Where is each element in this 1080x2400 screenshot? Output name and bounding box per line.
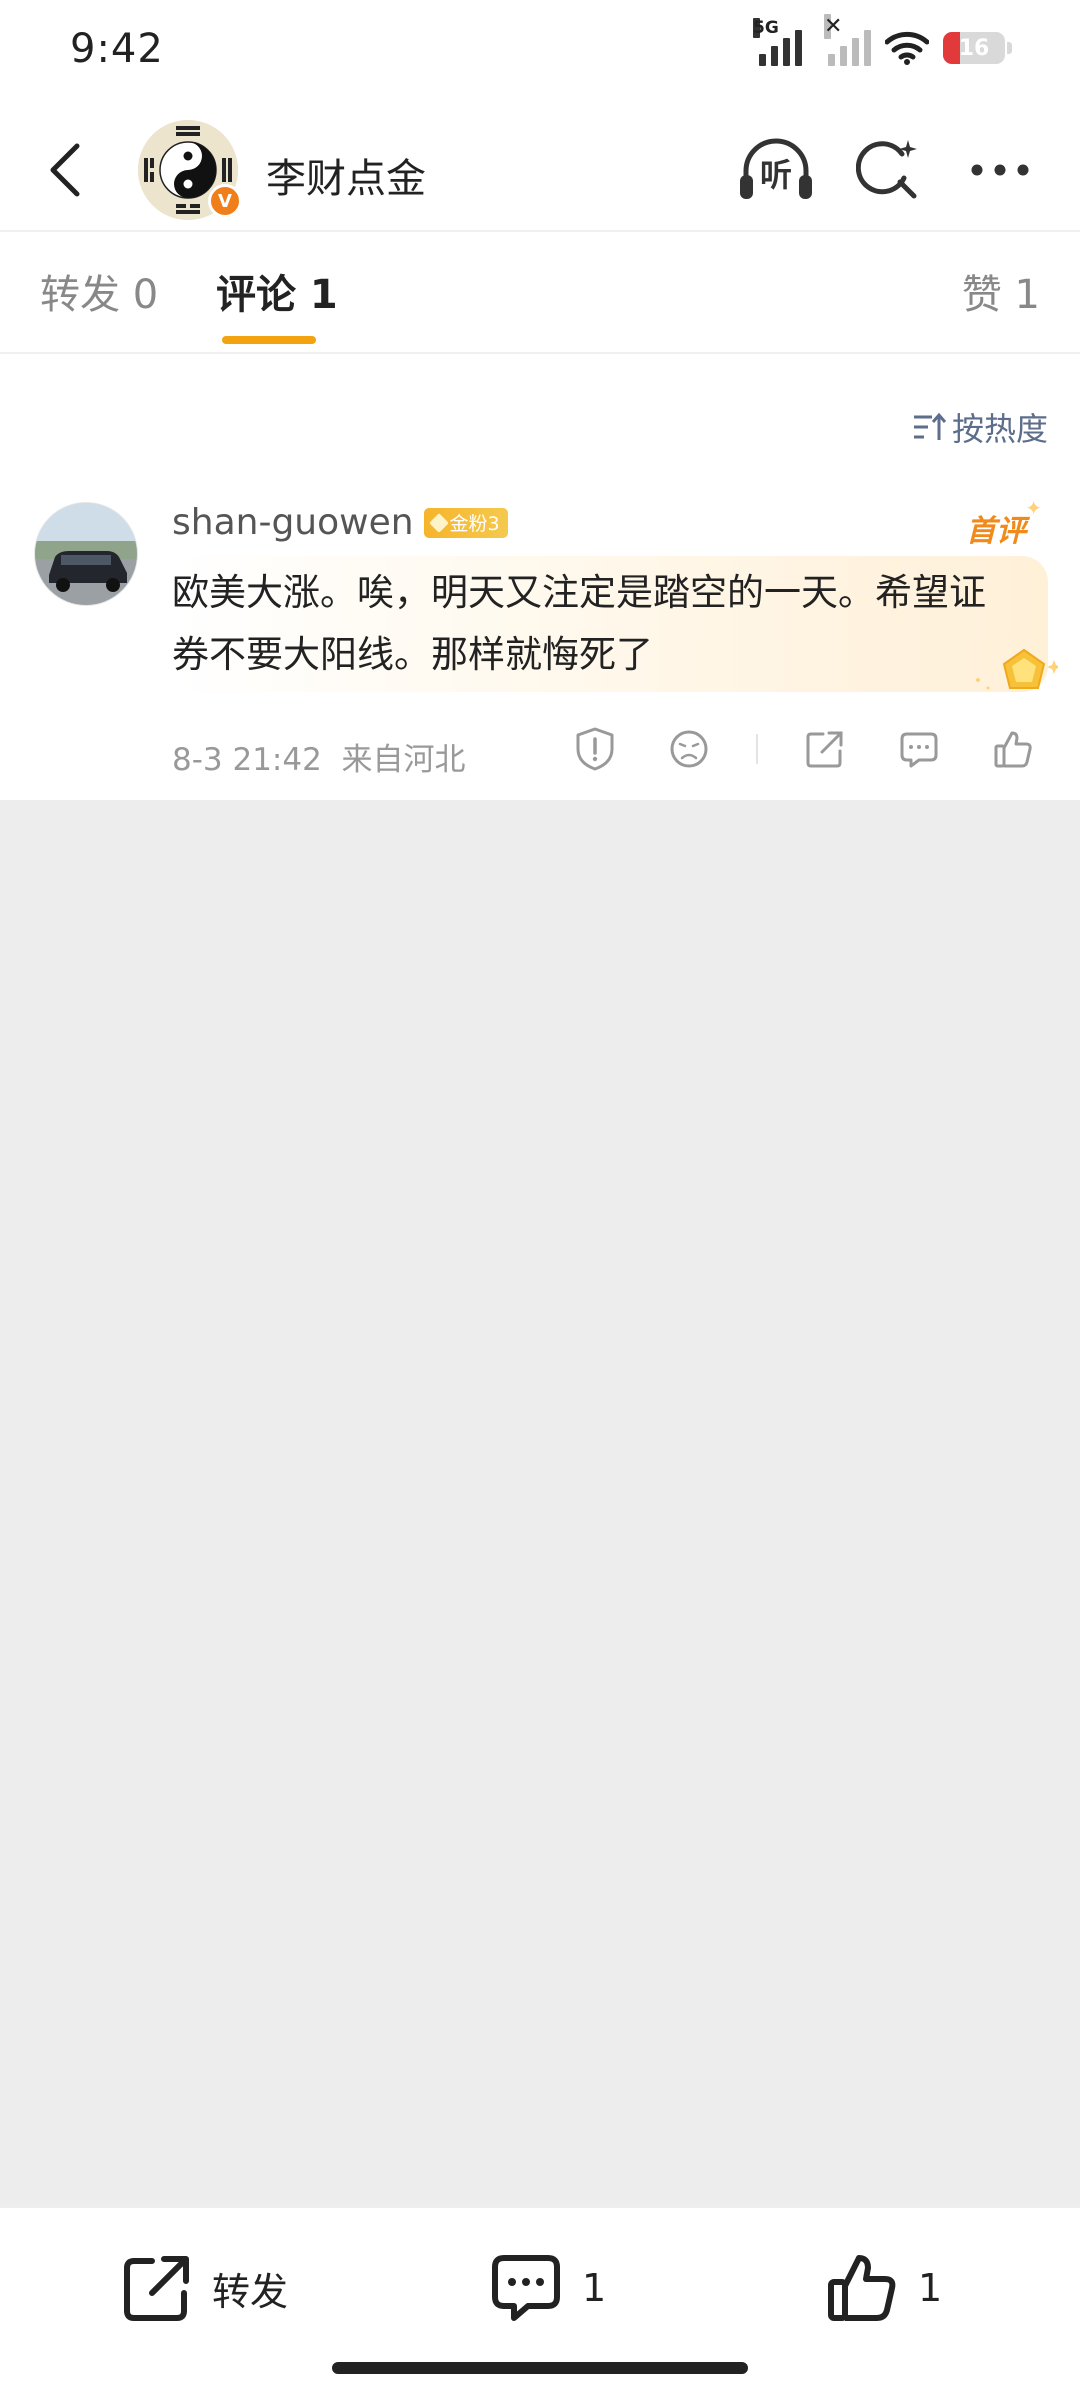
commenter-avatar[interactable] <box>34 502 138 606</box>
like-icon <box>828 2255 896 2321</box>
tab-likes[interactable]: 赞 1 <box>962 262 1040 320</box>
commenter-info: shan-guowen 金粉3 <box>172 502 508 543</box>
report-icon <box>576 727 614 771</box>
wifi-icon <box>885 31 929 65</box>
header-actions: 听 <box>736 130 1040 210</box>
tab-comments[interactable]: 评论 1 <box>216 262 338 320</box>
listen-label: 听 <box>759 156 792 194</box>
page-title[interactable]: 李财点金 <box>266 146 426 204</box>
chevron-left-icon <box>50 143 80 197</box>
comment-location: 来自河北 <box>341 742 466 778</box>
commenter-name[interactable]: shan-guowen <box>172 502 414 543</box>
comment-icon <box>492 2255 560 2321</box>
listen-button[interactable]: 听 <box>736 130 816 210</box>
author-avatar[interactable]: V <box>138 120 242 220</box>
network-type-label: 5G <box>753 18 779 38</box>
actions-separator <box>756 734 758 764</box>
gold-gem-icon <box>976 648 1058 690</box>
tab-repost[interactable]: 转发 0 <box>40 262 158 320</box>
car-photo-avatar <box>35 503 137 605</box>
report-button[interactable] <box>568 722 622 776</box>
gem-icon <box>428 512 449 533</box>
comment-count: 1 <box>582 2266 607 2310</box>
status-bar: 9:42 5G ✕ 16 <box>0 0 1080 100</box>
back-button[interactable] <box>30 135 100 205</box>
comment-time: 8-3 21:42 <box>172 742 322 778</box>
more-icon <box>971 164 1029 176</box>
reply-button[interactable] <box>892 722 946 776</box>
fan-level-label: 金粉3 <box>449 513 500 535</box>
tabs-divider <box>0 352 1080 354</box>
sort-label: 按热度 <box>951 410 1048 448</box>
battery-icon: 16 <box>943 32 1005 64</box>
comment-button[interactable]: 1 <box>490 2248 606 2328</box>
like-comment-button[interactable] <box>986 722 1040 776</box>
battery-percent: 16 <box>958 35 990 61</box>
header-divider <box>0 230 1080 232</box>
sort-button[interactable]: 按热度 <box>912 404 1048 450</box>
comment-meta: 8-3 21:42 来自河北 <box>172 734 466 779</box>
search-sparkle-icon <box>856 140 917 199</box>
share-icon <box>806 731 843 768</box>
signal-no-service-icon: ✕ <box>824 14 871 66</box>
tab-bar: 转发 0 评论 1 赞 1 <box>0 236 1080 352</box>
status-icons: 5G ✕ 16 <box>753 14 1012 70</box>
repost-button[interactable]: 转发 <box>122 2248 288 2328</box>
status-time: 9:42 <box>70 26 164 72</box>
comment-actions <box>528 722 1040 776</box>
like-count: 1 <box>918 2266 943 2310</box>
more-button[interactable] <box>960 130 1040 210</box>
first-comment-badge: 首评 <box>966 514 1026 549</box>
header-bar: V 李财点金 听 <box>0 110 1080 230</box>
share-comment-button[interactable] <box>798 722 852 776</box>
signal-5g-icon: 5G <box>753 18 802 66</box>
active-tab-indicator <box>222 336 316 344</box>
home-indicator[interactable] <box>332 2362 748 2374</box>
dislike-face-icon <box>670 730 708 768</box>
dislike-button[interactable] <box>662 722 716 776</box>
like-icon <box>994 731 1032 768</box>
fan-level-badge[interactable]: 金粉3 <box>423 507 508 538</box>
reply-icon <box>900 732 938 768</box>
share-icon <box>124 2256 189 2321</box>
repost-label: 转发 <box>212 2269 289 2314</box>
sparkle-icon: ✦ <box>1025 496 1042 520</box>
verified-badge: V <box>208 184 242 218</box>
comment-text[interactable]: 欧美大涨。唉，明天又注定是踏空的一天。希望证券不要大阳线。那样就悔死了 <box>172 562 1022 686</box>
comment-item: shan-guowen 金粉3 ✦ 首评 欧美大涨。唉，明天又注定是踏空的一天。… <box>0 490 1080 800</box>
sort-icon <box>913 412 946 440</box>
search-button[interactable] <box>848 130 928 210</box>
like-button[interactable]: 1 <box>826 2248 942 2328</box>
battery-cap <box>1007 42 1012 54</box>
